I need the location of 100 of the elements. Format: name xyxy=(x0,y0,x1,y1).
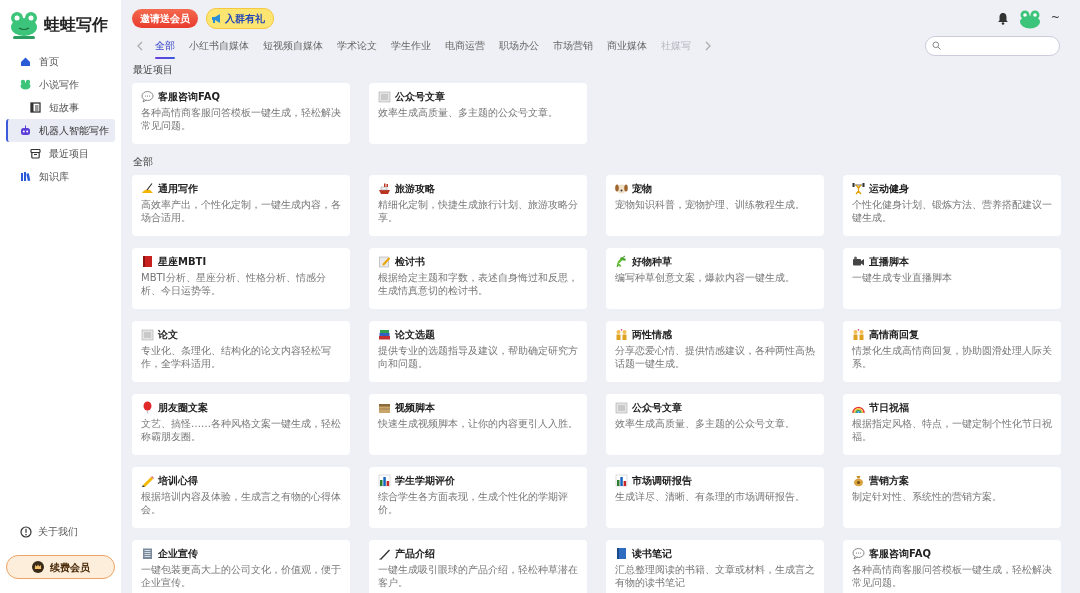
section-heading: 全部 xyxy=(133,155,154,169)
card-description: 生成详尽、清晰、有条理的市场调研报告。 xyxy=(615,491,806,504)
template-card[interactable]: 读书笔记 汇总整理阅读的书籍、文章或材料，生成言之有物的读书笔记 xyxy=(606,540,824,593)
couple-icon xyxy=(615,328,628,341)
template-card[interactable]: 直播脚本 一键生成专业直播脚本 xyxy=(843,248,1061,309)
renew-button[interactable]: 续费会员 xyxy=(6,555,115,579)
template-card[interactable]: 节日祝福 根据指定风格、特点，一键定制个性化节日祝福。 xyxy=(843,394,1061,455)
balloon-icon xyxy=(141,401,154,414)
book-icon xyxy=(141,255,154,268)
about-link[interactable]: 关于我们 xyxy=(6,524,115,539)
template-card[interactable]: 市场调研报告 生成详尽、清晰、有条理的市场调研报告。 xyxy=(606,467,824,528)
card-description: 一键生成专业直播脚本 xyxy=(852,272,953,285)
template-card[interactable]: 培训心得 根据培训内容及体验，生成言之有物的心得体会。 xyxy=(132,467,350,528)
category-tab[interactable]: 短视频自媒体 xyxy=(263,35,323,56)
category-tab[interactable]: 商业媒体 xyxy=(607,35,647,56)
memo-icon xyxy=(378,255,391,268)
template-card[interactable]: 学生学期评价 综合学生各方面表现，生成个性化的学期评价。 xyxy=(369,467,587,528)
book-icon xyxy=(615,547,628,560)
category-tab[interactable]: 职场办公 xyxy=(499,35,539,56)
card-title: 公众号文章 xyxy=(632,401,682,415)
template-card[interactable]: 星座MBTI MBTI分析、星座分析、性格分析、情感分析、今日运势等。 xyxy=(132,248,350,309)
card-title: 视频脚本 xyxy=(395,401,435,415)
card-title: 论文 xyxy=(158,328,178,342)
template-card[interactable]: 公众号文章 效率生成高质量、多主题的公众号文章。 xyxy=(369,83,587,144)
template-card[interactable]: 运动健身 个性化健身计划、锻炼方法、营养搭配建议一键生成。 xyxy=(843,175,1061,236)
bar-chart-icon xyxy=(615,474,628,487)
sidebar-item[interactable]: 最近项目 xyxy=(6,142,115,165)
template-card[interactable]: 公众号文章 效率生成高质量、多主题的公众号文章。 xyxy=(606,394,824,455)
frog-logo-icon xyxy=(8,10,40,40)
template-card[interactable]: 客服咨询FAQ 各种高情商客服问答模板一键生成，轻松解决常见问题。 xyxy=(843,540,1061,593)
category-tab[interactable]: 电商运营 xyxy=(445,35,485,56)
template-card[interactable]: 营销方案 制定针对性、系统性的营销方案。 xyxy=(843,467,1061,528)
dog-face-icon xyxy=(615,182,628,195)
category-tab[interactable]: 市场营销 xyxy=(553,35,593,56)
search-field[interactable] xyxy=(925,35,1060,56)
bell-icon[interactable] xyxy=(996,12,1009,25)
money-bag-icon xyxy=(852,474,865,487)
card-title: 节日祝福 xyxy=(869,401,909,415)
speech-bubble-icon xyxy=(852,547,865,560)
robot-icon xyxy=(20,125,31,136)
card-description: 情景化生成高情商回复，协助圆滑处理人际关系。 xyxy=(852,345,1052,370)
frog-icon xyxy=(20,79,31,90)
template-card[interactable]: 客服咨询FAQ 各种高情商客服问答模板一键生成，轻松解决常见问题。 xyxy=(132,83,350,144)
weightlifter-icon xyxy=(852,182,865,195)
books-icon xyxy=(20,171,31,182)
books-icon xyxy=(378,328,391,341)
sidebar-item[interactable]: 首页 xyxy=(6,50,115,73)
category-tab[interactable]: 学生作业 xyxy=(391,35,431,56)
category-tab[interactable]: 全部 xyxy=(155,35,175,56)
template-card[interactable]: 通用写作 高效率产出，个性化定制，一键生成内容，各场合适用。 xyxy=(132,175,350,236)
card-title: 旅游攻略 xyxy=(395,182,435,196)
frog-avatar-icon[interactable] xyxy=(1018,8,1041,29)
template-card[interactable]: 论文选题 提供专业的选题指导及建议，帮助确定研究方向和问题。 xyxy=(369,321,587,382)
promo-badge[interactable]: 邀请送会员 xyxy=(132,9,198,28)
category-tab[interactable]: 小红书自媒体 xyxy=(189,35,249,56)
card-description: 综合学生各方面表现，生成个性化的学期评价。 xyxy=(378,491,569,516)
bar-chart-icon xyxy=(378,474,391,487)
info-icon xyxy=(20,525,32,538)
card-title: 高情商回复 xyxy=(869,328,919,342)
template-card[interactable]: 企业宣传 一键包装更高大上的公司文化，价值观，便于企业宣传。 xyxy=(132,540,350,593)
template-card[interactable]: 高情商回复 情景化生成高情商回复，协助圆滑处理人际关系。 xyxy=(843,321,1061,382)
card-description: 文艺、搞怪……各种风格文案一键生成，轻松称霸朋友圈。 xyxy=(141,418,341,443)
sidebar-item[interactable]: 知识库 xyxy=(6,165,115,188)
template-card[interactable]: 朋友圈文案 文艺、搞怪……各种风格文案一键生成，轻松称霸朋友圈。 xyxy=(132,394,350,455)
card-title: 市场调研报告 xyxy=(632,474,692,488)
card-description: MBTI分析、星座分析、性格分析、情感分析、今日运势等。 xyxy=(141,272,327,297)
sidebar-item[interactable]: 机器人智能写作 xyxy=(6,119,115,142)
user-name: ~ xyxy=(1050,10,1060,27)
card-title: 企业宣传 xyxy=(158,547,198,561)
home-icon xyxy=(20,56,31,67)
card-description: 专业化、条理化、结构化的论文内容轻松写作，全学科适用。 xyxy=(141,345,332,370)
card-description: 汇总整理阅读的书籍、文章或材料，生成言之有物的读书笔记 xyxy=(615,564,815,589)
template-card[interactable]: 好物种草 编写种草创意文案，爆款内容一键生成。 xyxy=(606,248,824,309)
card-title: 产品介绍 xyxy=(395,547,435,561)
template-card[interactable]: 产品介绍 一键生成吸引眼球的产品介绍，轻松种草潜在客户。 xyxy=(369,540,587,593)
card-title: 运动健身 xyxy=(869,182,909,196)
chevron-left-icon[interactable] xyxy=(137,40,143,51)
document-icon xyxy=(378,90,391,103)
card-description: 宠物知识科普，宠物护理、训练教程生成。 xyxy=(615,199,806,212)
template-card[interactable]: 视频脚本 快速生成视频脚本，让你的内容更引人入胜。 xyxy=(369,394,587,455)
sidebar-item[interactable]: 短故事 xyxy=(6,96,115,119)
template-card[interactable]: 论文 专业化、条理化、结构化的论文内容轻松写作，全学科适用。 xyxy=(132,321,350,382)
sidebar-item[interactable]: 小说写作 xyxy=(6,73,115,96)
template-card[interactable]: 两性情感 分享恋爱心情、提供情感建议，各种两性高热话题一键生成。 xyxy=(606,321,824,382)
card-title: 营销方案 xyxy=(869,474,909,488)
video-camera-icon xyxy=(852,255,865,268)
leaf-icon xyxy=(615,255,628,268)
card-title: 客服咨询FAQ xyxy=(869,547,931,561)
pencil-icon xyxy=(141,474,154,487)
chevron-right-icon[interactable] xyxy=(705,40,711,51)
card-title: 好物种草 xyxy=(632,255,672,269)
document-icon xyxy=(141,328,154,341)
promo-badge[interactable]: 入群有礼 xyxy=(206,8,274,29)
card-description: 根据给定主题和字数，表述自身悔过和反思，生成情真意切的检讨书。 xyxy=(378,272,578,297)
card-title: 朋友圈文案 xyxy=(158,401,208,415)
template-card[interactable]: 旅游攻略 精细化定制，快捷生成旅行计划、旅游攻略分享。 xyxy=(369,175,587,236)
category-tab[interactable]: 学术论文 xyxy=(337,35,377,56)
ship-icon xyxy=(378,182,391,195)
template-card[interactable]: 检讨书 根据给定主题和字数，表述自身悔过和反思，生成情真意切的检讨书。 xyxy=(369,248,587,309)
template-card[interactable]: 宠物 宠物知识科普，宠物护理、训练教程生成。 xyxy=(606,175,824,236)
